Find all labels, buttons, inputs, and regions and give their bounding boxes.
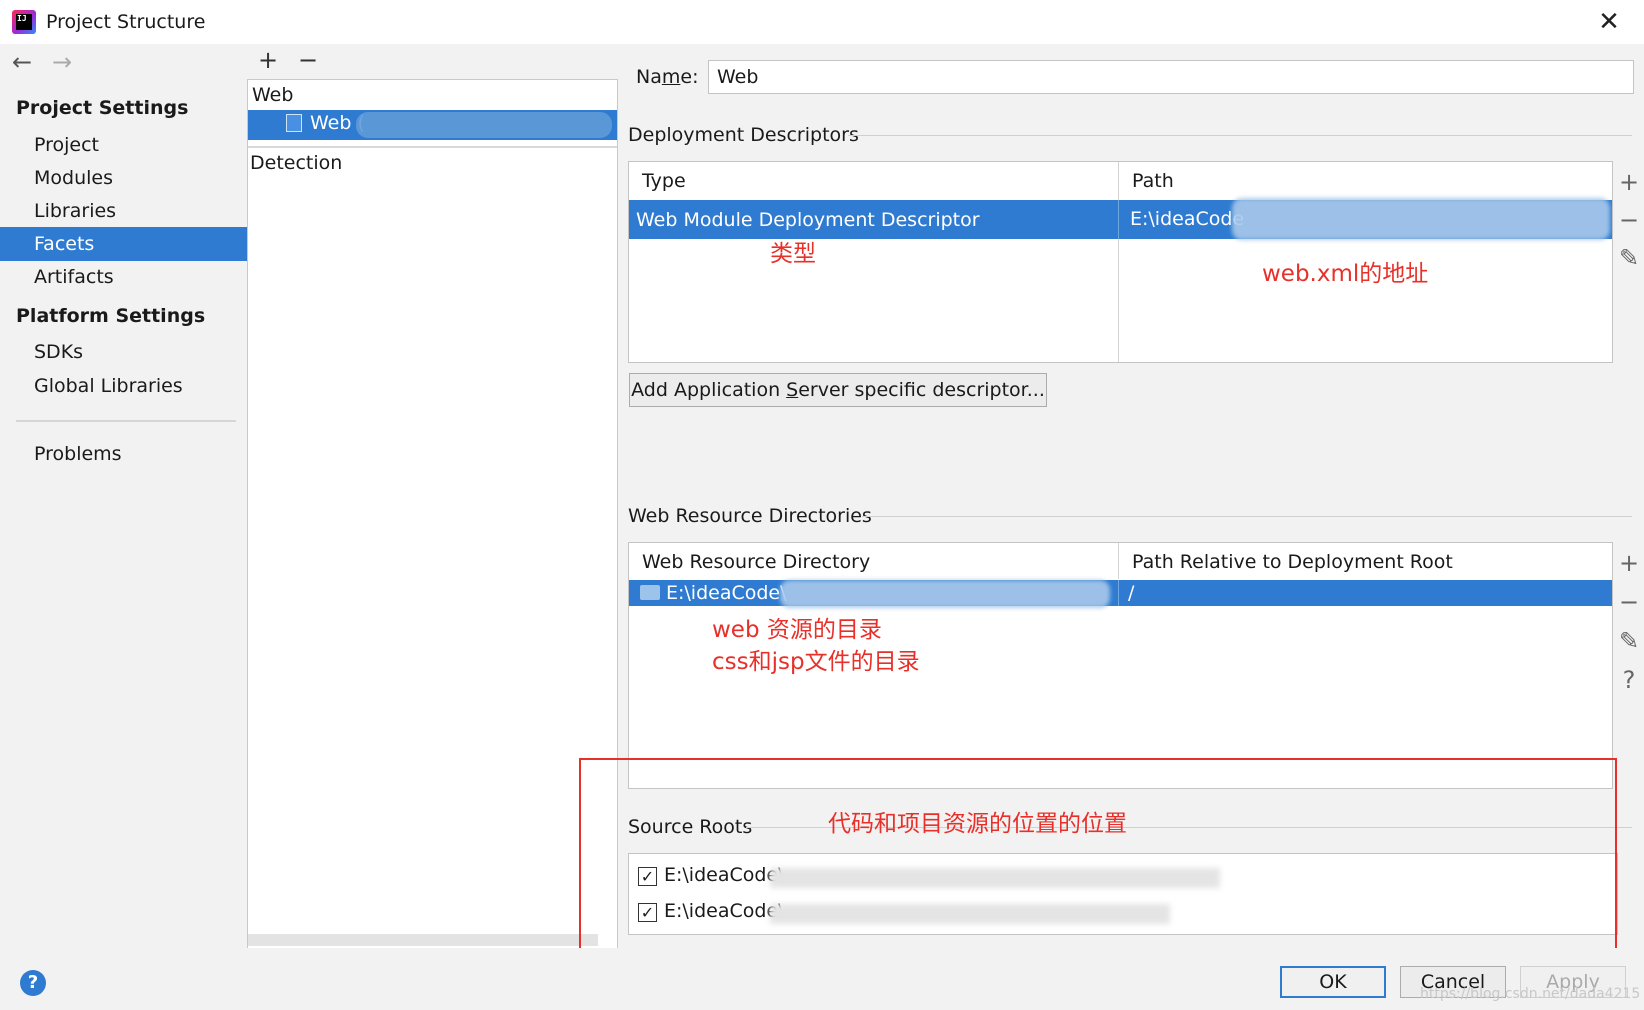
name-field-value: Web: [717, 66, 759, 88]
horizontal-scrollbar[interactable]: [248, 934, 598, 946]
redacted-blur: [356, 112, 612, 138]
annotation-type: 类型: [770, 241, 816, 267]
watermark: https://blog.csdn.net/dada4215: [1420, 986, 1641, 1002]
forward-arrow-icon[interactable]: →: [52, 48, 72, 76]
redacted-blur: [1232, 198, 1610, 240]
sidebar-item-facets[interactable]: Facets: [0, 227, 247, 261]
platform-settings-heading: Platform Settings: [16, 305, 206, 327]
add-descriptor-icon[interactable]: +: [1614, 168, 1644, 196]
descriptor-path: E:\ideaCode: [1130, 208, 1245, 230]
column-header-path-relative[interactable]: Path Relative to Deployment Root: [1132, 551, 1453, 573]
annotation-webxml: web.xml的地址: [1262, 261, 1429, 287]
facet-group-web[interactable]: Web: [252, 84, 293, 106]
sidebar-divider: [16, 420, 236, 422]
deployment-descriptors-title: Deployment Descriptors: [628, 124, 859, 146]
add-web-resource-icon[interactable]: +: [1614, 549, 1644, 577]
ok-button[interactable]: OK: [1280, 966, 1386, 998]
descriptor-type: Web Module Deployment Descriptor: [636, 209, 980, 231]
sidebar-item-problems[interactable]: Problems: [0, 437, 247, 471]
detection-item[interactable]: Detection: [250, 152, 342, 174]
column-header-type[interactable]: Type: [642, 170, 686, 192]
add-app-server-descriptor-button[interactable]: Add Application Server specific descript…: [629, 373, 1047, 407]
edit-descriptor-icon[interactable]: ✎: [1614, 244, 1644, 272]
column-separator: [1118, 162, 1119, 362]
group-divider: [862, 516, 1632, 517]
column-header-web-resource-directory[interactable]: Web Resource Directory: [642, 551, 870, 573]
column-header-path[interactable]: Path: [1132, 170, 1174, 192]
sidebar-item-global-libraries[interactable]: Global Libraries: [0, 369, 247, 403]
group-divider: [848, 135, 1632, 136]
web-resource-relative-path: /: [1128, 582, 1135, 604]
folder-icon: [640, 585, 660, 600]
sidebar-item-libraries[interactable]: Libraries: [0, 194, 247, 228]
close-icon[interactable]: ✕: [1594, 8, 1624, 38]
remove-web-resource-icon[interactable]: −: [1614, 588, 1644, 616]
remove-descriptor-icon[interactable]: −: [1614, 206, 1644, 234]
sidebar-item-modules[interactable]: Modules: [0, 161, 247, 195]
window-title: Project Structure: [46, 11, 206, 33]
column-separator: [1118, 543, 1119, 579]
project-settings-heading: Project Settings: [16, 97, 189, 119]
remove-facet-button[interactable]: −: [298, 46, 318, 74]
sidebar-item-artifacts[interactable]: Artifacts: [0, 260, 247, 294]
name-label: Name:: [636, 66, 699, 88]
annotation-web-dir-1: web 资源的目录: [712, 617, 882, 643]
web-resource-directories-title: Web Resource Directories: [628, 505, 872, 527]
sidebar-item-sdks[interactable]: SDKs: [0, 335, 247, 369]
facet-separator: [248, 146, 617, 148]
annotation-highlight-box: [579, 758, 1617, 954]
intellij-logo-icon: IJ: [12, 10, 36, 34]
facets-tree-pane: [247, 44, 618, 948]
help-web-resource-icon[interactable]: ?: [1614, 666, 1644, 694]
web-resource-dir: E:\ideaCode\: [666, 582, 787, 604]
web-facet-icon: [286, 114, 302, 132]
name-field[interactable]: Web: [708, 60, 1634, 94]
title-bar: [0, 0, 1644, 44]
edit-web-resource-icon[interactable]: ✎: [1614, 627, 1644, 655]
dialog-footer: [0, 948, 1644, 1010]
redacted-blur: [780, 580, 1110, 608]
add-facet-button[interactable]: +: [258, 46, 278, 74]
column-separator: [1118, 200, 1119, 239]
annotation-web-dir-2: css和jsp文件的目录: [712, 649, 920, 675]
column-separator: [1118, 580, 1119, 606]
sidebar-item-project[interactable]: Project: [0, 128, 247, 162]
help-icon[interactable]: ?: [20, 970, 46, 996]
back-arrow-icon[interactable]: ←: [12, 48, 32, 76]
